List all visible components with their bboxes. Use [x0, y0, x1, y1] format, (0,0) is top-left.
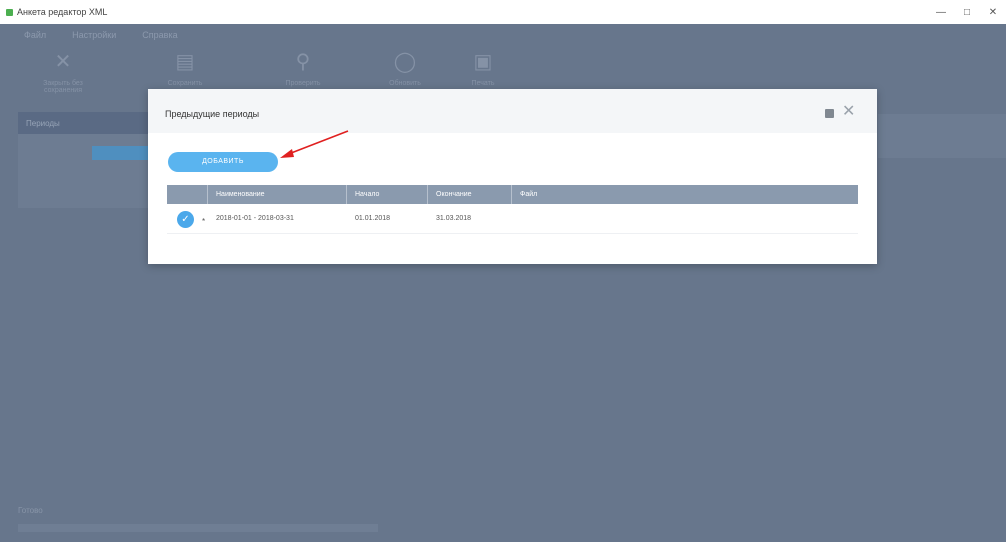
row-marker: *	[202, 216, 206, 226]
dialog-title: Предыдущие периоды	[165, 109, 260, 119]
periods-panel-button[interactable]	[92, 146, 150, 160]
minimize-button[interactable]: —	[928, 7, 954, 18]
window-controls: — □ ✕	[928, 0, 1006, 24]
refresh-icon: ◯	[393, 51, 417, 73]
check-circle-icon[interactable]: ✓	[177, 210, 194, 228]
close-icon: ✕	[54, 51, 72, 73]
menu-item-help[interactable]: Справка	[142, 30, 177, 40]
periods-panel-header: Периоды	[18, 112, 150, 134]
column-header-start[interactable]: Начало	[347, 185, 428, 204]
column-header-select	[167, 185, 208, 204]
maximize-button[interactable]: □	[954, 7, 980, 18]
menu-item-file[interactable]: Файл	[24, 30, 46, 40]
print-tool[interactable]: ▣ Печать	[448, 50, 518, 87]
toolbar: ✕ Закрыть без сохранения ▤ Сохранить ⚲ П…	[0, 46, 1006, 94]
cell-name: 2018-01-01 - 2018-03-31	[216, 214, 294, 222]
status-text: Готово	[18, 506, 43, 515]
column-header-name[interactable]: Наименование	[208, 185, 347, 204]
periods-table: Наименование Начало Окончание Файл ✓ * 2…	[167, 185, 858, 234]
maximize-icon[interactable]	[825, 109, 834, 118]
row-select-cell[interactable]: ✓ *	[167, 204, 208, 234]
annotation-arrow-icon	[280, 130, 349, 158]
periods-panel: Периоды	[18, 112, 150, 208]
cell-end: 31.03.2018	[436, 214, 472, 222]
table-header: Наименование Начало Окончание Файл	[167, 185, 858, 204]
background-panel	[878, 114, 1006, 158]
close-icon[interactable]: ✕	[842, 103, 855, 121]
column-header-file[interactable]: Файл	[512, 185, 858, 204]
table-row[interactable]: ✓ * 2018-01-01 - 2018-03-31 01.01.2018 3…	[167, 204, 858, 234]
close-window-button[interactable]: ✕	[980, 7, 1006, 18]
print-icon: ▣	[473, 51, 493, 73]
tool-label: Проверить	[285, 80, 321, 87]
window-titlebar: Анкета редактор XML — □ ✕	[0, 0, 1006, 24]
check-icon: ⚲	[295, 51, 311, 73]
refresh-tool[interactable]: ◯ Обновить	[370, 50, 440, 87]
column-header-end[interactable]: Окончание	[428, 185, 512, 204]
close-without-save-tool[interactable]: ✕ Закрыть без сохранения	[28, 50, 98, 94]
tool-label: Закрыть без сохранения	[43, 80, 83, 94]
cell-start: 01.01.2018	[355, 214, 391, 222]
status-bar	[18, 524, 378, 532]
cell-file	[512, 204, 858, 234]
previous-periods-dialog: Предыдущие периоды ✕ ДОБАВИТЬ Наименован…	[148, 89, 877, 264]
tool-label: Обновить	[389, 80, 421, 87]
save-icon: ▤	[175, 51, 195, 73]
check-tool[interactable]: ⚲ Проверить	[268, 50, 338, 87]
tool-label: Сохранить	[167, 80, 203, 87]
tool-label: Печать	[471, 80, 495, 87]
add-button[interactable]: ДОБАВИТЬ	[168, 152, 278, 172]
save-tool[interactable]: ▤ Сохранить	[150, 50, 220, 87]
menu-bar: Файл Настройки Справка	[0, 24, 1006, 46]
window-title: Анкета редактор XML	[17, 7, 108, 17]
menu-item-settings[interactable]: Настройки	[72, 30, 116, 40]
app-icon	[6, 8, 13, 16]
